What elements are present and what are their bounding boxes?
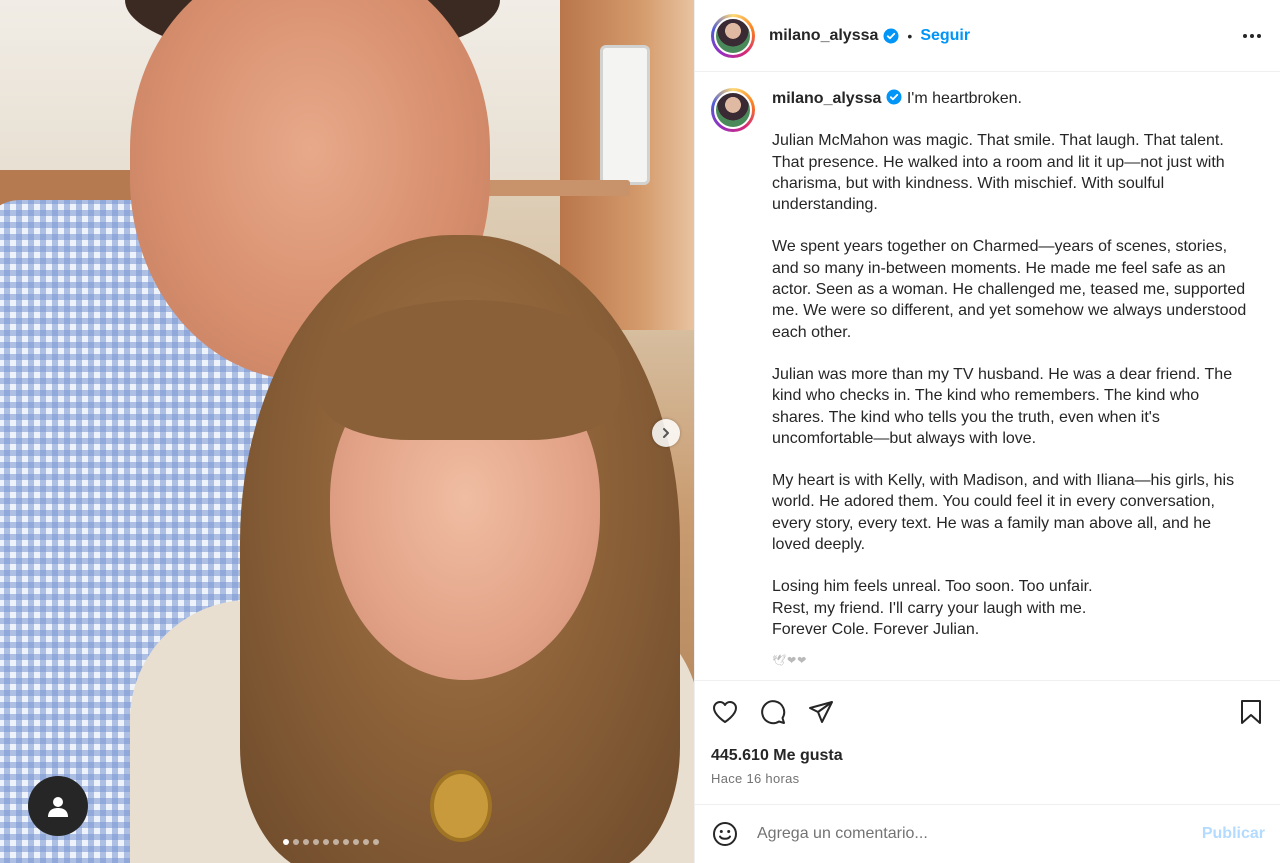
save-bookmark-icon xyxy=(1241,700,1261,724)
comment-input[interactable] xyxy=(757,825,1192,843)
caption-row: milano_alyssa I'm heartbroken. Julian Mc… xyxy=(711,88,1264,673)
like-button[interactable] xyxy=(711,698,739,726)
comment-icon xyxy=(761,700,786,725)
carousel-dot xyxy=(363,839,369,845)
caption-username[interactable]: milano_alyssa xyxy=(772,90,881,107)
carousel-dot xyxy=(313,839,319,845)
caption-paragraph: Julian was more than my TV husband. He w… xyxy=(772,365,1233,447)
like-heart-icon xyxy=(713,701,737,723)
caption-paragraph: Forever Cole. Forever Julian. xyxy=(772,620,980,638)
author-avatar[interactable] xyxy=(711,13,755,58)
avatar-image xyxy=(714,91,752,129)
carousel-dot xyxy=(333,839,339,845)
verified-icon xyxy=(886,89,902,105)
carousel-dot xyxy=(373,839,379,845)
caption-author-avatar[interactable] xyxy=(711,88,755,132)
author-username[interactable]: milano_alyssa xyxy=(769,27,878,45)
carousel-dots xyxy=(283,839,379,845)
carousel-dot xyxy=(303,839,309,845)
caption-emojis: 🕊❤❤ xyxy=(772,655,808,668)
header-separator: • xyxy=(907,27,913,44)
carousel-dot xyxy=(353,839,359,845)
carousel-dot xyxy=(283,839,289,845)
verified-icon xyxy=(883,28,899,44)
caption-paragraph: We spent years together on Charmed—years… xyxy=(772,238,1247,341)
photo-shelf xyxy=(480,180,630,196)
post-side-panel: milano_alyssa • Seguir milano_alyssa I'm… xyxy=(694,0,1280,863)
caption-opening: I'm heartbroken. xyxy=(906,90,1022,107)
carousel-next-button[interactable] xyxy=(652,419,680,447)
share-icon xyxy=(809,701,833,723)
caption-paragraph: Rest, my friend. I'll carry your laugh w… xyxy=(772,599,1087,617)
caption-paragraph: Julian McMahon was magic. That smile. Th… xyxy=(772,132,1225,214)
post-actions: 445.610 Me gusta Hace 16 horas xyxy=(695,680,1280,786)
carousel-dot xyxy=(323,839,329,845)
comment-composer: Publicar xyxy=(695,804,1280,863)
photo-pendant xyxy=(430,770,492,842)
action-icons-row xyxy=(711,681,1265,743)
photo-woman-bangs xyxy=(320,300,620,440)
caption-first-line: milano_alyssa I'm heartbroken. xyxy=(772,88,1252,109)
more-options-button[interactable] xyxy=(1240,24,1264,48)
comment-button[interactable] xyxy=(759,698,787,726)
avatar-image xyxy=(714,16,752,55)
caption-paragraph: My heart is with Kelly, with Madison, an… xyxy=(772,472,1235,554)
carousel-dot xyxy=(293,839,299,845)
save-button[interactable] xyxy=(1237,698,1265,726)
emoji-icon xyxy=(713,822,737,846)
next-arrow-icon xyxy=(663,428,669,438)
more-options-icon xyxy=(1243,33,1261,38)
emoji-button[interactable] xyxy=(711,820,739,848)
caption-text: milano_alyssa I'm heartbroken. Julian Mc… xyxy=(772,88,1252,673)
post-photo[interactable] xyxy=(0,0,694,863)
tagged-users-button[interactable] xyxy=(28,776,88,836)
post-header: milano_alyssa • Seguir xyxy=(695,0,1280,72)
publish-button[interactable]: Publicar xyxy=(1202,825,1265,843)
carousel-dot xyxy=(343,839,349,845)
post-timestamp[interactable]: Hace 16 horas xyxy=(711,771,1265,786)
caption-paragraph: Losing him feels unreal. Too soon. Too u… xyxy=(772,578,1093,596)
caption-area: milano_alyssa I'm heartbroken. Julian Mc… xyxy=(695,72,1280,678)
photo-mirror xyxy=(600,45,650,185)
user-tag-icon xyxy=(48,797,68,817)
follow-button[interactable]: Seguir xyxy=(920,27,970,45)
likes-count[interactable]: 445.610 Me gusta xyxy=(711,747,1265,765)
share-button[interactable] xyxy=(807,698,835,726)
